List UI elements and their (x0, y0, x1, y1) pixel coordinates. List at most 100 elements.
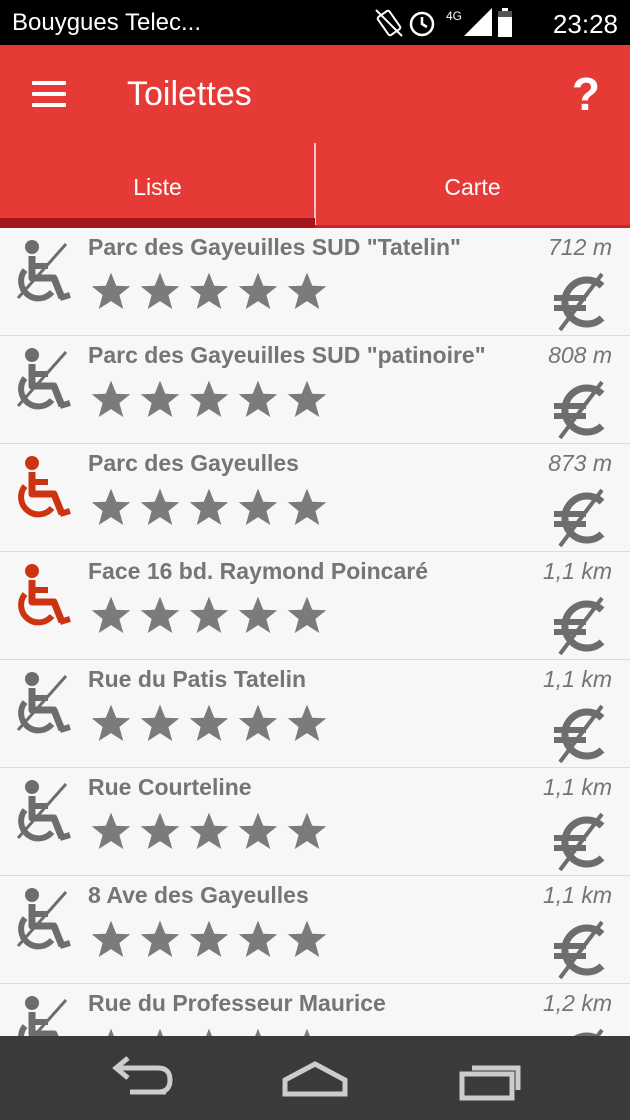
menu-icon[interactable] (32, 81, 66, 107)
star-icon (238, 920, 278, 958)
home-icon[interactable] (275, 1054, 355, 1102)
back-icon[interactable] (100, 1054, 180, 1102)
status-bar: Bouygues Telec... 4G 23:28 (0, 0, 630, 45)
toilet-name: Parc des Gayeulles (88, 450, 299, 476)
star-icon (238, 488, 278, 526)
list-item[interactable]: Parc des Gayeuilles SUD "patinoire" 808 m (0, 336, 630, 444)
distance-label: 1,1 km (542, 666, 612, 692)
star-icon (91, 488, 131, 526)
distance-label: 712 m (548, 234, 612, 260)
star-icon (287, 380, 327, 418)
star-icon (189, 488, 229, 526)
star-icon (189, 272, 229, 310)
clock: 23:28 (552, 9, 618, 39)
list-item[interactable]: Rue du Professeur Maurice 1,2 km (0, 984, 630, 1036)
wheelchair-accessible-icon (18, 564, 71, 626)
star-icon (91, 596, 131, 634)
star-icon (287, 704, 327, 742)
star-rating (90, 486, 370, 532)
app-bar: Toilettes ? (0, 45, 630, 143)
toilet-name: Rue Courteline (88, 774, 252, 800)
star-icon (287, 488, 327, 526)
status-icons: 4G (375, 8, 512, 37)
no-fee-euro-icon (554, 380, 605, 440)
wheelchair-not-accessible-icon (16, 888, 71, 950)
wheelchair-not-accessible-icon (16, 780, 71, 842)
distance-label: 808 m (548, 342, 612, 368)
list-item[interactable]: Rue Courteline 1,1 km (0, 768, 630, 876)
star-rating (90, 810, 370, 856)
star-icon (108, 1028, 114, 1036)
distance-label: 1,1 km (542, 774, 612, 800)
list-item[interactable]: Parc des Gayeuilles SUD "Tatelin" 712 m (0, 228, 630, 336)
star-icon (140, 704, 180, 742)
star-icon (189, 920, 229, 958)
star-rating (90, 1026, 370, 1036)
wheelchair-not-accessible-icon (16, 348, 71, 410)
list-item[interactable]: Rue du Patis Tatelin 1,1 km (0, 660, 630, 768)
star-icon (91, 812, 131, 850)
tab-liste[interactable]: Liste (0, 143, 315, 228)
star-rating (90, 270, 370, 316)
star-icon (238, 596, 278, 634)
distance-label: 873 m (548, 450, 612, 476)
star-icon (140, 380, 180, 418)
star-icon (189, 812, 229, 850)
star-icon (238, 812, 278, 850)
star-icon (140, 488, 180, 526)
page-title: Toilettes (127, 75, 252, 113)
toilet-list[interactable]: Parc des Gayeuilles SUD "Tatelin" 712 m Pa… (0, 228, 630, 1036)
no-fee-euro-icon (554, 596, 605, 656)
star-icon (189, 704, 229, 742)
star-icon (287, 272, 327, 310)
wheelchair-not-accessible-icon (18, 996, 68, 1036)
star-rating (90, 702, 370, 748)
star-icon (189, 380, 229, 418)
star-icon (189, 596, 229, 634)
toilet-name: Rue du Professeur Maurice (88, 990, 386, 1016)
list-item[interactable]: Face 16 bd. Raymond Poincaré 1,1 km (0, 552, 630, 660)
no-fee-euro-icon (554, 920, 605, 980)
star-icon (91, 272, 131, 310)
no-fee-euro-icon (554, 704, 605, 764)
signal-icon (464, 8, 492, 36)
help-button[interactable]: ? (572, 67, 600, 121)
star-rating (90, 594, 370, 640)
wheelchair-not-accessible-icon (16, 672, 71, 734)
alarm-icon (409, 11, 435, 37)
star-icon (287, 920, 327, 958)
list-item[interactable]: Parc des Gayeulles 873 m (0, 444, 630, 552)
no-fee-euro-icon (554, 812, 605, 872)
no-fee-euro-icon (554, 272, 605, 332)
star-icon (238, 704, 278, 742)
star-icon (238, 380, 278, 418)
no-fee-euro-icon (554, 488, 605, 548)
distance-label: 1,2 km (542, 990, 612, 1016)
star-icon (91, 920, 131, 958)
star-icon (140, 920, 180, 958)
star-icon (287, 812, 327, 850)
wheelchair-accessible-icon (18, 456, 71, 518)
star-icon (157, 1028, 163, 1036)
star-icon (140, 812, 180, 850)
no-fee-euro-icon (574, 1028, 604, 1036)
toilet-name: Face 16 bd. Raymond Poincaré (88, 558, 429, 584)
star-icon (140, 272, 180, 310)
distance-label: 1,1 km (542, 882, 612, 908)
wheelchair-not-accessible-icon (16, 240, 71, 302)
star-icon (91, 380, 131, 418)
star-icon (91, 704, 131, 742)
star-icon (287, 596, 327, 634)
star-icon (238, 272, 278, 310)
vibrate-icon (375, 9, 403, 37)
tab-carte[interactable]: Carte (315, 143, 630, 228)
tab-bar: Liste Carte (0, 143, 630, 228)
toilet-name: 8 Ave des Gayeulles (88, 882, 309, 908)
recent-apps-icon[interactable] (452, 1054, 532, 1102)
tab-indicator (0, 218, 315, 228)
star-rating (90, 918, 370, 964)
toilet-name: Rue du Patis Tatelin (88, 666, 307, 692)
carrier-name: Bouygues Telec... (12, 9, 202, 36)
star-icon (140, 596, 180, 634)
list-item[interactable]: 8 Ave des Gayeulles 1,1 km (0, 876, 630, 984)
